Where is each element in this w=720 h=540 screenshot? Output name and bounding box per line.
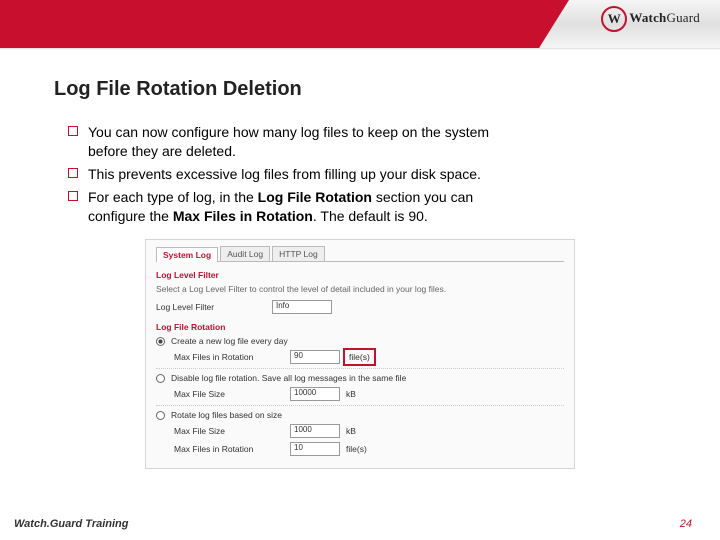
radio-icon[interactable] [156,337,165,346]
log-level-label: Log Level Filter [156,302,266,312]
section-desc: Select a Log Level Filter to control the… [156,284,564,294]
bullet-item: You can now configure how many log files… [54,123,666,161]
radio-icon[interactable] [156,374,165,383]
max-files-row-2: Max Files in Rotation 10 file(s) [156,442,564,456]
tab-http-log[interactable]: HTTP Log [272,246,325,261]
unit-kb: kB [346,426,356,436]
tab-audit-log[interactable]: Audit Log [220,246,270,261]
max-files-input-2[interactable]: 10 [290,442,340,456]
section-log-level: Log Level Filter [156,270,564,280]
bullet-item: This prevents excessive log files from f… [54,165,666,184]
unit-kb: kB [346,389,356,399]
bullet-list: You can now configure how many log files… [54,123,666,225]
max-size-label: Max File Size [174,426,284,436]
max-size-input[interactable]: 10000 [290,387,340,401]
page-number: 24 [680,518,692,530]
tab-bar: System Log Audit Log HTTP Log [156,246,564,262]
option-label: Rotate log files based on size [171,410,282,420]
slide-title: Log File Rotation Deletion [54,78,666,101]
max-files-label: Max Files in Rotation [174,444,284,454]
unit-files: file(s) [346,444,367,454]
max-size-row: Max File Size 10000 kB [156,387,564,401]
square-bullet-icon [68,126,78,136]
square-bullet-icon [68,191,78,201]
max-size-row-2: Max File Size 1000 kB [156,424,564,438]
log-level-row: Log Level Filter Info [156,300,564,314]
max-files-input[interactable]: 90 [290,350,340,364]
section-rotation: Log File Rotation [156,322,564,332]
radio-icon[interactable] [156,411,165,420]
footer: Watch.Guard Training 24 [0,518,720,530]
header-band: WWatchGuard [0,0,720,48]
option-rotate-size: Rotate log files based on size [156,410,564,420]
max-size-input-2[interactable]: 1000 [290,424,340,438]
bullet-item: For each type of log, in the Log File Ro… [54,188,666,226]
slide-content: Log File Rotation Deletion You can now c… [0,50,720,469]
option-label: Create a new log file every day [171,336,288,346]
footer-title: Watch.Guard Training [14,518,129,530]
tab-system-log[interactable]: System Log [156,247,218,262]
brand-logo: WWatchGuard [601,6,700,32]
max-size-label: Max File Size [174,389,284,399]
square-bullet-icon [68,168,78,178]
max-files-row: Max Files in Rotation 90 file(s) [156,350,564,364]
max-files-label: Max Files in Rotation [174,352,284,362]
unit-files-highlight: file(s) [346,351,373,363]
option-label: Disable log file rotation. Save all log … [171,373,406,383]
log-level-select[interactable]: Info [272,300,332,314]
option-disable: Disable log file rotation. Save all log … [156,373,564,383]
option-create-daily: Create a new log file every day [156,336,564,346]
logo-mark: W [601,6,627,32]
embedded-settings-screenshot: System Log Audit Log HTTP Log Log Level … [145,239,575,469]
